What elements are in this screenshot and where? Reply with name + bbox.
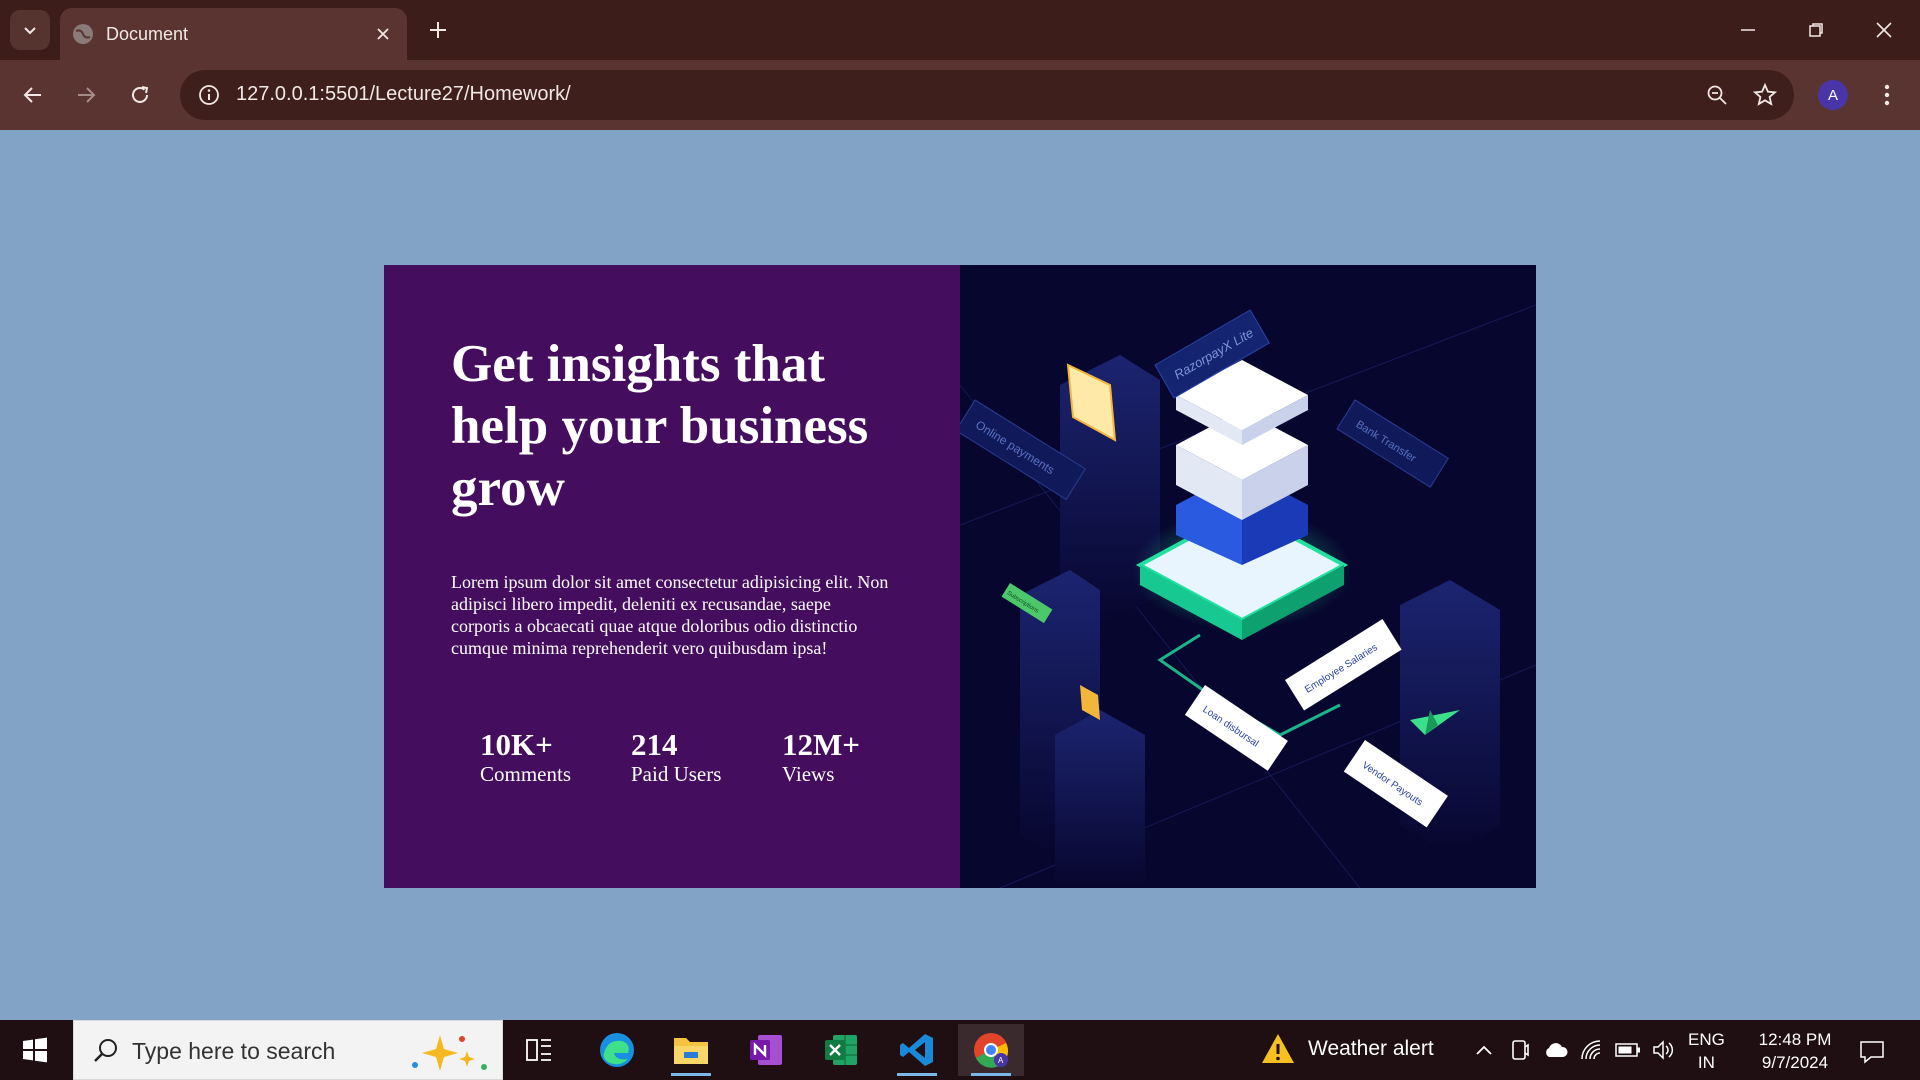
- wifi-icon: [1581, 1040, 1601, 1060]
- arrow-left-icon: [23, 87, 41, 103]
- browser-tab-bar: Document: [0, 0, 1920, 60]
- stat-views: 12M+ Views: [782, 727, 933, 787]
- restore-icon: [1809, 23, 1823, 37]
- stats-row: 10K+ Comments 214 Paid Users 12M+ Views: [480, 727, 933, 787]
- stat-value: 12M+: [782, 727, 860, 762]
- chevron-down-icon: [24, 27, 36, 35]
- vscode-icon: [900, 1034, 933, 1066]
- minimize-button[interactable]: [1714, 0, 1782, 60]
- windows-taskbar: Type here to search A Weather alert ENG …: [0, 1020, 1920, 1080]
- reload-button[interactable]: [120, 75, 160, 115]
- app-running-indicator: [897, 1073, 937, 1076]
- close-icon: [377, 28, 389, 40]
- notification-center-button[interactable]: [1854, 1034, 1890, 1070]
- back-button[interactable]: [13, 75, 53, 115]
- sparkle-icon: [412, 1035, 487, 1071]
- start-button[interactable]: [0, 1020, 70, 1080]
- forward-button[interactable]: [66, 75, 106, 115]
- tray-meet-now[interactable]: [1506, 1036, 1534, 1064]
- onenote-icon: [750, 1035, 782, 1065]
- tray-battery[interactable]: [1614, 1036, 1642, 1064]
- system-clock[interactable]: 12:48 PM 9/7/2024: [1745, 1028, 1845, 1074]
- search-icon: [94, 1039, 117, 1062]
- tray-network[interactable]: [1578, 1036, 1606, 1064]
- app-running-indicator: [671, 1073, 711, 1076]
- stat-value: 214: [631, 727, 678, 762]
- taskbar-onenote[interactable]: [733, 1024, 799, 1076]
- tab-title: Document: [106, 23, 189, 44]
- taskbar-file-explorer[interactable]: [658, 1024, 724, 1076]
- hero-headline: Get insights that help your business gro…: [451, 335, 869, 517]
- active-tab[interactable]: Document: [60, 8, 407, 60]
- zoom-icon: [1707, 85, 1727, 105]
- close-window-button[interactable]: [1850, 0, 1918, 60]
- tab-search-button[interactable]: [10, 10, 50, 50]
- hero-illustration: RazorpayX Lite Online payments Bank Tran…: [960, 265, 1536, 888]
- profile-avatar[interactable]: A: [1818, 80, 1848, 110]
- notification-icon: [1860, 1041, 1884, 1064]
- minimize-icon: [1741, 29, 1755, 31]
- edge-icon: [600, 1033, 634, 1067]
- restore-button[interactable]: [1782, 0, 1850, 60]
- info-icon: [199, 85, 219, 105]
- tab-close-button[interactable]: [369, 20, 397, 48]
- clock-date: 9/7/2024: [1761, 1053, 1829, 1072]
- weather-widget[interactable]: Weather alert: [1260, 1032, 1434, 1066]
- taskbar-vscode[interactable]: [884, 1024, 950, 1076]
- close-icon: [1876, 22, 1892, 38]
- taskbar-edge[interactable]: [584, 1024, 650, 1076]
- reload-icon: [132, 86, 149, 103]
- star-icon: [1753, 83, 1777, 106]
- url-text: 127.0.0.1:5501/Lecture27/Homework/: [236, 83, 571, 105]
- folder-icon: [674, 1038, 708, 1064]
- more-vertical-icon: [1884, 84, 1890, 106]
- stat-paid-users: 214 Paid Users: [631, 727, 782, 787]
- app-running-indicator: [971, 1073, 1011, 1076]
- globe-icon: [73, 24, 93, 44]
- stat-label: Paid Users: [631, 762, 722, 786]
- battery-icon: [1615, 1043, 1640, 1057]
- stat-value: 10K+: [480, 727, 553, 762]
- show-hidden-icons-button[interactable]: [1470, 1036, 1498, 1064]
- stat-label: Comments: [480, 762, 572, 786]
- chevron-up-icon: [1476, 1045, 1492, 1055]
- site-info-button[interactable]: [196, 82, 222, 108]
- stat-comments: 10K+ Comments: [480, 727, 631, 787]
- zoom-button[interactable]: [1702, 80, 1732, 110]
- search-placeholder: Type here to search: [132, 1038, 336, 1064]
- excel-icon: [825, 1035, 857, 1065]
- task-view-button[interactable]: [506, 1024, 572, 1076]
- plus-icon: [430, 22, 446, 38]
- task-view-icon: [526, 1039, 551, 1061]
- new-tab-button[interactable]: [420, 12, 456, 48]
- hero-card: Get insights that help your business gro…: [384, 265, 1536, 888]
- warning-icon: [1262, 1034, 1294, 1063]
- windows-logo-icon: [23, 1037, 47, 1063]
- browser-menu-button[interactable]: [1872, 75, 1902, 115]
- svg-text:A: A: [998, 1056, 1004, 1065]
- region-code: IN: [1697, 1053, 1715, 1072]
- tray-onedrive[interactable]: [1542, 1036, 1570, 1064]
- device-icon: [1512, 1040, 1529, 1060]
- volume-icon: [1653, 1040, 1674, 1060]
- weather-label: Weather alert: [1308, 1037, 1434, 1060]
- tray-volume[interactable]: [1650, 1036, 1678, 1064]
- stat-label: Views: [782, 762, 835, 786]
- hero-text-panel: Get insights that help your business gro…: [384, 265, 960, 888]
- input-language-indicator[interactable]: ENG IN: [1688, 1028, 1725, 1074]
- taskbar-excel[interactable]: [808, 1024, 874, 1076]
- hero-description: Lorem ipsum dolor sit amet consectetur a…: [451, 572, 889, 658]
- taskbar-chrome[interactable]: A: [958, 1024, 1024, 1076]
- chrome-icon: A: [974, 1033, 1009, 1068]
- arrow-right-icon: [78, 87, 96, 103]
- bookmark-button[interactable]: [1750, 80, 1780, 110]
- clock-time: 12:48 PM: [1758, 1030, 1832, 1049]
- taskbar-search-input[interactable]: Type here to search: [73, 1020, 503, 1080]
- isometric-fintech-illustration: RazorpayX Lite Online payments Bank Tran…: [960, 304, 1536, 888]
- browser-toolbar: 127.0.0.1:5501/Lecture27/Homework/: [0, 60, 1920, 130]
- language-code: ENG: [1688, 1030, 1725, 1049]
- cloud-icon: [1546, 1043, 1568, 1057]
- address-bar[interactable]: 127.0.0.1:5501/Lecture27/Homework/: [180, 70, 1794, 120]
